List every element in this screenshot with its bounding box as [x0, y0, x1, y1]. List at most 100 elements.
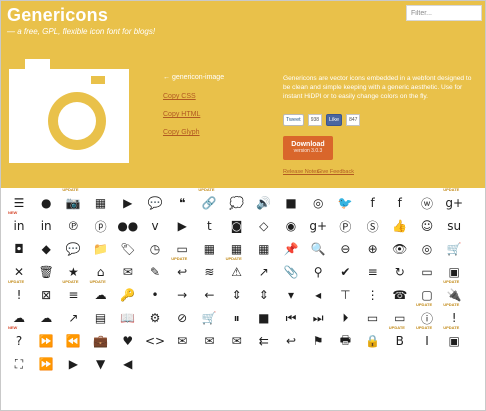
- search-icon[interactable]: 🔍: [306, 239, 330, 259]
- flickr-icon[interactable]: ●●: [116, 216, 140, 236]
- digg-icon[interactable]: 👍: [388, 216, 412, 236]
- help-icon[interactable]: ? NEW: [7, 325, 31, 351]
- warning-icon[interactable]: ⚠ UPDATE: [225, 256, 249, 282]
- unsubscribe-icon[interactable]: ✉: [197, 331, 221, 351]
- previous-icon[interactable]: ←: [197, 285, 221, 305]
- reddit-icon[interactable]: ☺: [415, 216, 439, 236]
- location-icon[interactable]: ⚲: [306, 262, 330, 282]
- edit-pencil-icon[interactable]: ✎: [143, 262, 167, 282]
- comment-icon[interactable]: 💬: [61, 239, 85, 259]
- stumbleupon-icon[interactable]: su: [442, 216, 466, 236]
- zoom-icon[interactable]: ⊕: [361, 239, 385, 259]
- trash-icon[interactable]: 🗑: [34, 262, 58, 282]
- googleplus-icon[interactable]: g+ UPDATE: [442, 187, 466, 213]
- github-icon[interactable]: ■: [279, 193, 303, 213]
- portfolio-icon[interactable]: 💼: [89, 331, 113, 351]
- skip-back-icon[interactable]: ⏮: [279, 308, 303, 328]
- path-icon[interactable]: Ⓟ: [333, 216, 357, 236]
- linkedin-icon[interactable]: in NEW: [7, 210, 31, 236]
- collapse-icon[interactable]: ⇕: [252, 285, 276, 305]
- previous-small-icon[interactable]: ◀: [116, 354, 140, 374]
- dropbox-icon[interactable]: ◆: [34, 239, 58, 259]
- wordpress-icon[interactable]: ⓦ: [415, 193, 439, 213]
- dropdown-left-icon[interactable]: ◂: [306, 285, 330, 305]
- lock-icon[interactable]: 🔒: [361, 331, 385, 351]
- draggable-icon[interactable]: ⋮: [361, 285, 385, 305]
- italic-icon[interactable]: I UPDATE: [415, 325, 439, 351]
- play-icon[interactable]: ⏵: [333, 308, 357, 328]
- play-small-icon[interactable]: ▶: [61, 354, 85, 374]
- instagram-icon[interactable]: ◙: [225, 216, 249, 236]
- attachment-icon[interactable]: 📎: [279, 262, 303, 282]
- pinterest-alt-icon[interactable]: ⓟ: [89, 216, 113, 236]
- unapprove-icon[interactable]: ⊘: [170, 308, 194, 328]
- phone-icon[interactable]: ☎: [388, 285, 412, 305]
- chat-icon[interactable]: 💭: [225, 193, 249, 213]
- top-icon[interactable]: ⊤: [333, 285, 357, 305]
- copy-glyph-link[interactable]: Copy Glyph: [163, 129, 200, 136]
- tag-icon[interactable]: 🏷: [116, 239, 140, 259]
- download-button[interactable]: Download version 3.0.3: [283, 136, 333, 160]
- spam-icon[interactable]: ⊠: [34, 285, 58, 305]
- category-icon[interactable]: 📁: [89, 239, 113, 259]
- share-icon[interactable]: ↗: [252, 262, 276, 282]
- show-icon[interactable]: 👁: [388, 239, 412, 259]
- pause-icon[interactable]: ⏸: [225, 308, 249, 328]
- status-icon[interactable]: 💬: [143, 193, 167, 213]
- cloud-upload-icon[interactable]: ☁: [34, 308, 58, 328]
- pinterest-icon[interactable]: ℗: [61, 216, 85, 236]
- twitter-icon[interactable]: 🐦: [333, 193, 357, 213]
- dribbble-icon[interactable]: ◎: [306, 193, 330, 213]
- video-icon[interactable]: ▶: [116, 193, 140, 213]
- dropdown-small-icon[interactable]: ▼: [89, 354, 113, 374]
- subscribed-icon[interactable]: ✉: [225, 331, 249, 351]
- link-icon[interactable]: 🔗 UPDATE: [197, 187, 221, 213]
- gallery-icon[interactable]: ▦: [89, 193, 113, 213]
- cart-alt-icon[interactable]: 🛒: [197, 308, 221, 328]
- cloud-icon[interactable]: ☁ UPDATE: [89, 279, 113, 305]
- like-button[interactable]: Like: [326, 113, 343, 126]
- tablet-icon[interactable]: ▭: [361, 308, 385, 328]
- picture-icon[interactable]: ▣ UPDATE: [442, 325, 466, 351]
- document-icon[interactable]: ▤: [89, 308, 113, 328]
- flag-icon[interactable]: ⚑: [306, 331, 330, 351]
- feed-icon[interactable]: ≋: [197, 262, 221, 282]
- minimize-icon[interactable]: ▭: [415, 262, 439, 282]
- cart-icon[interactable]: 🛒: [442, 239, 466, 259]
- linkedin-alt-icon[interactable]: in: [34, 216, 58, 236]
- copy-css-link[interactable]: Copy CSS: [163, 93, 196, 100]
- dropdown-icon[interactable]: ▾: [279, 285, 303, 305]
- time-icon[interactable]: ◷: [143, 239, 167, 259]
- tumblr-icon[interactable]: t: [197, 216, 221, 236]
- reply-single-icon[interactable]: ↩: [279, 331, 303, 351]
- key-icon[interactable]: 🔑: [116, 285, 140, 305]
- copy-html-link[interactable]: Copy HTML: [163, 111, 200, 118]
- release-notes-link[interactable]: Release Notes: [283, 169, 319, 175]
- external-icon[interactable]: ↗: [61, 308, 85, 328]
- cog-icon[interactable]: ⚙: [143, 308, 167, 328]
- image-icon[interactable]: 📷 UPDATE: [61, 187, 85, 213]
- book-icon[interactable]: 📖: [116, 308, 140, 328]
- checkmark-icon[interactable]: ✔: [333, 262, 357, 282]
- fullscreen-icon[interactable]: ⛶: [7, 354, 31, 374]
- next-icon[interactable]: →: [170, 285, 194, 305]
- zoom-out-icon[interactable]: ⊖: [333, 239, 357, 259]
- fastforward-icon[interactable]: ⏩: [34, 331, 58, 351]
- aside-icon[interactable]: ●: [34, 193, 58, 213]
- reply-alt-icon[interactable]: ⇇: [252, 331, 276, 351]
- heart-icon[interactable]: ♥: [116, 331, 140, 351]
- polldaddy-icon[interactable]: ◉: [279, 216, 303, 236]
- give-feedback-link[interactable]: Give Feedback: [317, 169, 354, 175]
- reply-icon[interactable]: ↩ UPDATE: [170, 256, 194, 282]
- dot-icon[interactable]: •: [143, 285, 167, 305]
- bold-icon[interactable]: B UPDATE: [388, 325, 412, 351]
- codepen-icon[interactable]: ◇: [252, 216, 276, 236]
- day-icon[interactable]: ▦: [197, 239, 221, 259]
- hide-icon[interactable]: ◎: [415, 239, 439, 259]
- fastforward-alt-icon[interactable]: ⏩: [34, 354, 58, 374]
- audio-icon[interactable]: 🔊: [252, 193, 276, 213]
- 404-icon[interactable]: ! UPDATE: [7, 279, 31, 305]
- googleplus-alt-icon[interactable]: g+: [306, 216, 330, 236]
- facebook-alt-icon[interactable]: f: [388, 193, 412, 213]
- facebook-icon[interactable]: f: [361, 193, 385, 213]
